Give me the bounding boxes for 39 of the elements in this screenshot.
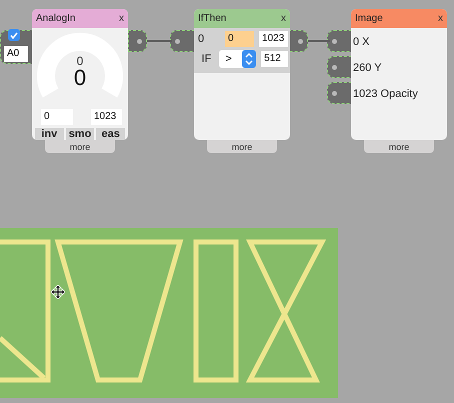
- node-header[interactable]: IfThen x: [194, 9, 290, 28]
- low-field[interactable]: 0: [225, 30, 254, 46]
- close-button[interactable]: x: [119, 13, 124, 24]
- close-button[interactable]: x: [438, 13, 443, 24]
- input-label: 1023 Opacity: [352, 87, 419, 102]
- compare-field[interactable]: 512: [261, 51, 288, 67]
- connector-port[interactable]: [327, 82, 353, 104]
- node-title: Image: [355, 13, 383, 24]
- more-button[interactable]: more: [45, 140, 115, 153]
- toggle-button[interactable]: eas: [96, 128, 126, 140]
- close-button[interactable]: x: [281, 13, 286, 24]
- gauge-reading: 0: [72, 65, 88, 91]
- toggle-button[interactable]: inv: [35, 128, 64, 140]
- toggle-button[interactable]: smo: [66, 128, 94, 140]
- operator-select[interactable]: >: [219, 50, 256, 68]
- connector-port[interactable]: [128, 30, 147, 52]
- connector-port[interactable]: [170, 30, 196, 52]
- max-field[interactable]: 1023: [91, 109, 122, 125]
- connector-port[interactable]: [288, 30, 308, 52]
- input-field[interactable]: A0: [4, 46, 28, 62]
- input-label: 0 X: [352, 35, 371, 50]
- node-title: IfThen: [198, 13, 226, 24]
- connector-port[interactable]: A0: [0, 30, 34, 64]
- checkbox[interactable]: [8, 29, 20, 41]
- input-label: 260 Y: [352, 61, 383, 76]
- min-field[interactable]: 0: [41, 109, 73, 125]
- more-button[interactable]: more: [364, 140, 434, 153]
- condition-label: IF: [200, 53, 212, 65]
- more-button[interactable]: more: [207, 140, 277, 153]
- connector-port[interactable]: [327, 30, 353, 52]
- move-cursor-icon: [51, 285, 65, 299]
- node-title: AnalogIn: [36, 13, 76, 24]
- node-header[interactable]: Image x: [351, 9, 447, 28]
- node-header[interactable]: AnalogIn x: [32, 9, 128, 28]
- connector-port[interactable]: [327, 56, 353, 78]
- input-value: 0: [197, 32, 206, 44]
- high-field[interactable]: 1023: [259, 30, 288, 46]
- gauge-value: 0: [76, 54, 84, 68]
- updown-icon: [242, 50, 256, 68]
